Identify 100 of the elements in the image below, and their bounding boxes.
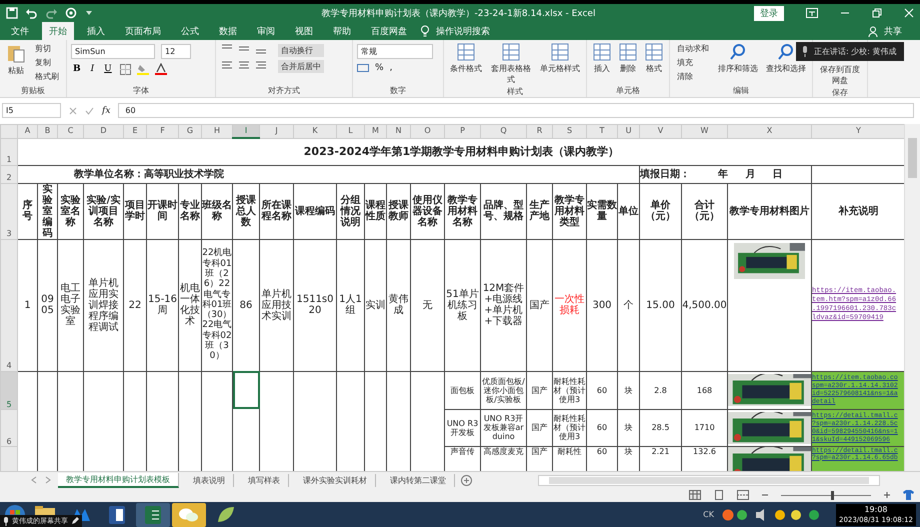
ribbon-tab[interactable]: 视图 [288,22,320,40]
border-icon[interactable] [120,64,131,74]
column-header[interactable]: G [178,124,202,138]
redo-icon[interactable] [45,7,58,19]
ribbon-tab[interactable]: 页面布局 [118,22,168,40]
number-format-field[interactable]: 常规 [357,44,433,59]
column-header[interactable]: V [640,124,682,138]
zoom-in-icon[interactable] [883,491,891,499]
alignment-button[interactable]: 自动换行 [278,44,324,57]
row-header[interactable]: 1 [0,138,18,165]
sheet-tab[interactable]: 课外实验实训耗材 [295,474,376,486]
editing-button[interactable]: 自动求和 [674,42,712,55]
ribbon-button[interactable]: 套用表格格式 [488,42,534,86]
fill-color-icon[interactable] [136,63,149,75]
clipboard-button[interactable]: 复制 [32,56,62,69]
person-icon[interactable] [868,26,878,36]
ribbon-tab[interactable]: 插入 [80,22,112,40]
column-header[interactable]: I [232,124,260,138]
column-header[interactable]: W [682,124,728,138]
add-sheet-icon[interactable] [461,474,472,486]
column-header[interactable]: M [364,124,386,138]
column-header[interactable]: S [552,124,586,138]
column-header[interactable]: X [728,124,812,138]
input-method-indicator[interactable]: CK [703,510,714,519]
alignment-button[interactable]: 合并后居中 [278,60,324,73]
ribbon-button[interactable]: 插入 [591,42,613,75]
normal-view-icon[interactable] [689,490,701,500]
insert-function-button[interactable]: fx [102,106,110,116]
clipboard-button[interactable]: 格式刷 [32,70,62,83]
check-icon[interactable] [85,106,94,114]
font-style-button[interactable]: I [88,64,96,74]
ribbon-button[interactable]: 格式 [643,42,665,75]
ribbon-display-icon[interactable] [806,8,818,18]
column-header[interactable]: T [586,124,618,138]
ribbon-button[interactable]: 删除 [617,42,639,75]
column-header[interactable]: E [124,124,146,138]
touch-mode-icon[interactable] [65,7,78,19]
page-break-icon[interactable] [737,490,749,500]
pencil-icon[interactable] [71,517,79,525]
vertical-scrollbar[interactable] [904,124,920,471]
ribbon-button[interactable]: 单元格样式 [538,42,582,75]
number-format-button[interactable]: % [375,63,384,73]
currency-icon[interactable] [357,63,369,73]
row-header[interactable]: 6 [0,409,18,446]
row-header[interactable]: 5 [0,371,18,409]
font-style-button[interactable]: B [71,64,83,74]
column-header[interactable]: J [260,124,294,138]
column-header[interactable]: O [410,124,444,138]
sheet-tab[interactable]: 课内转第二课堂 [382,474,455,486]
column-header[interactable]: F [146,124,178,138]
ribbon-button[interactable]: 条件格式 [448,42,484,75]
ribbon-button[interactable]: 查找和选择 [764,42,808,75]
number-format-button[interactable]: , [390,63,392,73]
font-size-field[interactable]: 12 [161,44,191,59]
ribbon-tab[interactable]: 百度网盘 [364,22,414,40]
ribbon-button[interactable]: 排序和筛选 [716,42,760,75]
column-header[interactable]: Y [812,124,904,138]
ribbon-tab[interactable]: 审阅 [250,22,282,40]
sheet-tab[interactable]: 填写样表 [240,474,289,486]
font-style-button[interactable]: U [102,64,114,74]
column-header[interactable]: U [618,124,640,138]
row-header[interactable]: 2 [0,165,18,183]
ribbon-tab[interactable]: 文件 [4,22,36,40]
column-header[interactable]: Q [480,124,526,138]
sheet-tab[interactable]: 填表说明 [185,474,234,486]
editing-button[interactable]: 清除 [674,70,712,83]
sogou-icon[interactable] [722,508,734,520]
ribbon-tab[interactable]: 数据 [212,22,244,40]
row-header[interactable]: 3 [0,183,18,239]
editing-button[interactable]: 填充 [674,56,712,69]
caret-icon[interactable] [85,9,93,17]
clipboard-button[interactable]: 剪切 [32,42,62,55]
sheet-tab[interactable]: 教学专用材料申购计划表模板 [58,472,179,488]
font-name-field[interactable]: SimSun [71,44,155,59]
column-header[interactable]: B [38,124,58,138]
column-header[interactable]: K [294,124,336,138]
column-header[interactable]: R [526,124,552,138]
undo-icon[interactable] [25,7,38,19]
font-color-icon[interactable] [154,63,167,75]
column-header[interactable]: A [18,124,38,138]
column-header[interactable]: N [386,124,410,138]
page-layout-icon[interactable] [713,490,725,500]
share-button[interactable]: 共享 [884,24,902,38]
ribbon-tab[interactable]: 开始 [42,22,74,40]
column-header[interactable]: C [58,124,84,138]
spreadsheet-icon[interactable] [136,502,170,526]
row-header[interactable]: 4 [0,239,18,371]
column-header[interactable]: D [84,124,124,138]
login-button[interactable]: 登录 [754,6,784,20]
clock-time[interactable]: 19:08 [864,504,888,514]
ribbon-tab[interactable]: 公式 [174,22,206,40]
restore-icon[interactable] [872,8,882,18]
ribbon-tab[interactable]: 帮助 [326,22,358,40]
name-box[interactable]: I5 [2,103,61,118]
column-header[interactable]: P [444,124,480,138]
column-header[interactable]: L [336,124,364,138]
formula-field[interactable]: 60 [118,103,914,118]
column-header[interactable]: H [202,124,232,138]
save-icon[interactable] [6,7,18,19]
tell-me-search[interactable]: 操作说明搜索 [436,24,490,38]
